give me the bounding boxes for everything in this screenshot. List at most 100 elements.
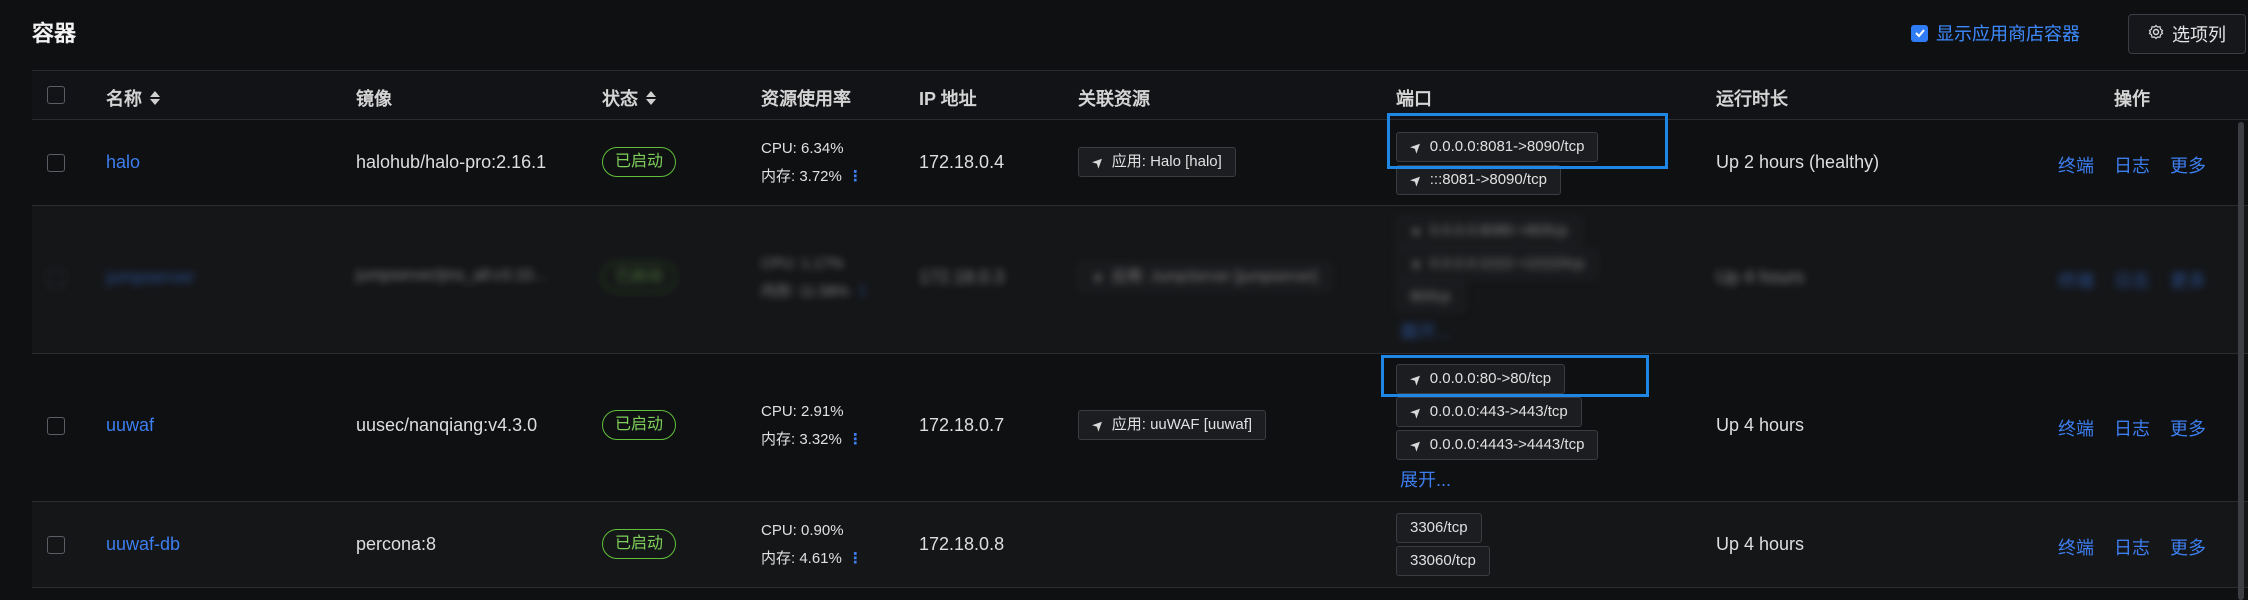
column-header-ports: 端口 xyxy=(1396,89,1432,109)
container-name-link[interactable]: jumpserver xyxy=(106,267,195,288)
memory-usage: 内存: 3.72% xyxy=(761,168,842,185)
table-row: halo halohub/halo-pro:2.16.1 已启动 CPU: 6.… xyxy=(32,120,2248,206)
resource-usage: CPU: 2.91% 内存: 3.32% ⋮ xyxy=(761,398,863,454)
status-badge: 已启动 xyxy=(602,529,677,559)
vertical-scrollbar[interactable] xyxy=(2238,122,2244,600)
vertical-dots-icon[interactable]: ⋮ xyxy=(855,283,870,300)
terminal-action[interactable]: 终端 xyxy=(2058,152,2094,178)
memory-usage: 内存: 3.32% xyxy=(761,431,842,448)
logs-action[interactable]: 日志 xyxy=(2114,534,2150,560)
port-tag[interactable]: ➤ 0.0.0.0:443->443/tcp xyxy=(1396,397,1582,427)
column-header-resources: 关联资源 xyxy=(1078,89,1150,109)
send-arrow-icon: ➤ xyxy=(1406,435,1426,455)
container-image: uusec/nanqiang:v4.3.0 xyxy=(356,415,538,435)
table-row: jumpserver jumpserver/jms_all:v3.10... 已… xyxy=(32,206,2248,354)
row-checkbox[interactable] xyxy=(47,154,65,172)
status-badge: 已启动 xyxy=(602,147,677,177)
uptime: Up 2 hours (healthy) xyxy=(1716,152,1880,172)
resource-usage: CPU: 0.90% 内存: 4.61% ⋮ xyxy=(761,517,863,573)
container-image: percona:8 xyxy=(356,534,437,554)
table-row: uuwaf-db percona:8 已启动 CPU: 0.90% 内存: 4.… xyxy=(32,502,2248,588)
port-highlight-box xyxy=(1387,113,1668,169)
container-image: jumpserver/jms_all:v3.10... xyxy=(356,267,547,284)
port-tag[interactable]: ➤ 0.0.0.0:4443->4443/tcp xyxy=(1396,430,1599,460)
select-all-checkbox[interactable] xyxy=(47,86,65,104)
cpu-usage: CPU: 6.34% xyxy=(761,140,844,157)
memory-usage: 内存: 4.61% xyxy=(761,550,842,567)
port-tag[interactable]: 3306/tcp xyxy=(1396,513,1482,543)
related-resource-tag[interactable]: ➤ 应用: JumpServer [jumpserver] xyxy=(1078,262,1332,292)
page-header: 容器 显示应用商店容器 选项列 xyxy=(0,0,2248,70)
send-arrow-icon: ➤ xyxy=(1406,221,1426,241)
columns-options-label: 选项列 xyxy=(2172,25,2226,45)
columns-options-button[interactable]: 选项列 xyxy=(2128,14,2246,54)
column-header-ip: IP 地址 xyxy=(919,89,977,109)
send-arrow-icon: ➤ xyxy=(1406,170,1426,190)
send-arrow-icon: ➤ xyxy=(1088,267,1108,287)
send-arrow-icon: ➤ xyxy=(1406,402,1426,422)
sort-icon[interactable] xyxy=(150,91,160,105)
column-header-actions: 操作 xyxy=(2114,89,2150,109)
page-title: 容器 xyxy=(32,21,77,46)
status-badge: 已启动 xyxy=(602,410,677,440)
column-header-usage: 资源使用率 xyxy=(761,89,851,109)
gear-icon xyxy=(2148,24,2164,45)
table-row: uuwaf uusec/nanqiang:v4.3.0 已启动 CPU: 2.9… xyxy=(32,354,2248,502)
ip-address: 172.18.0.8 xyxy=(919,534,1005,554)
container-image: halohub/halo-pro:2.16.1 xyxy=(356,152,547,172)
port-highlight-box xyxy=(1381,355,1649,397)
cpu-usage: CPU: 0.90% xyxy=(761,522,844,539)
status-badge: 已启动 xyxy=(602,262,677,292)
app-store-containers-label[interactable]: 显示应用商店容器 xyxy=(1936,20,2080,46)
cpu-usage: CPU: 2.91% xyxy=(761,403,844,420)
logs-action[interactable]: 日志 xyxy=(2114,415,2150,441)
more-action[interactable]: 更多 xyxy=(2170,534,2206,560)
column-header-name[interactable]: 名称 xyxy=(106,85,160,111)
port-tag[interactable]: ➤ 0.0.0.0:8080->80/tcp xyxy=(1396,216,1582,246)
row-checkbox[interactable] xyxy=(47,417,65,435)
send-arrow-icon: ➤ xyxy=(1406,254,1426,274)
port-tag[interactable]: 80/tcp xyxy=(1396,282,1465,312)
vertical-dots-icon[interactable]: ⋮ xyxy=(848,168,863,185)
more-action[interactable]: 更多 xyxy=(2170,415,2206,441)
terminal-action[interactable]: 终端 xyxy=(2058,534,2094,560)
checkbox-checked-icon[interactable] xyxy=(1911,24,1928,42)
uptime: Up 4 hours xyxy=(1716,415,1805,435)
logs-action[interactable]: 日志 xyxy=(2114,152,2150,178)
related-resource-tag[interactable]: ➤ 应用: Halo [halo] xyxy=(1078,147,1236,177)
column-header-uptime: 运行时长 xyxy=(1716,89,1788,109)
uptime: Up 4 hours xyxy=(1716,534,1805,554)
resource-usage: CPU: 6.34% 内存: 3.72% ⋮ xyxy=(761,135,863,191)
send-arrow-icon: ➤ xyxy=(1088,415,1108,435)
more-action[interactable]: 更多 xyxy=(2170,267,2206,293)
expand-ports-link[interactable]: 展开... xyxy=(1400,318,1451,344)
sort-icon[interactable] xyxy=(646,91,656,105)
containers-table: 名称 镜像 状态 资源使用率 IP 地址 关联资源 端口 运行时长 操作 hal… xyxy=(32,70,2248,600)
row-checkbox[interactable] xyxy=(47,269,65,287)
send-arrow-icon: ➤ xyxy=(1088,152,1108,172)
uptime: Up 4 hours xyxy=(1716,267,1805,287)
port-tag[interactable]: 33060/tcp xyxy=(1396,546,1490,576)
ip-address: 172.18.0.4 xyxy=(919,152,1005,172)
vertical-dots-icon[interactable]: ⋮ xyxy=(848,431,863,448)
logs-action[interactable]: 日志 xyxy=(2114,267,2150,293)
terminal-action[interactable]: 终端 xyxy=(2058,415,2094,441)
container-name-link[interactable]: halo xyxy=(106,152,140,173)
port-tag[interactable]: ➤ :::8081->8090/tcp xyxy=(1396,165,1561,195)
expand-ports-link[interactable]: 展开... xyxy=(1400,466,1451,492)
resource-usage: CPU: 1.17% 内存: 11.58% ⋮ xyxy=(761,255,871,300)
row-checkbox[interactable] xyxy=(47,536,65,554)
app-store-containers-toggle[interactable]: 显示应用商店容器 xyxy=(1911,20,2080,46)
column-header-status[interactable]: 状态 xyxy=(602,85,656,111)
container-name-link[interactable]: uuwaf-db xyxy=(106,534,180,555)
terminal-action[interactable]: 终端 xyxy=(2058,267,2094,293)
table-header: 名称 镜像 状态 资源使用率 IP 地址 关联资源 端口 运行时长 操作 xyxy=(32,71,2248,120)
ip-address: 172.18.0.7 xyxy=(919,415,1005,435)
related-resource-tag[interactable]: ➤ 应用: uuWAF [uuwaf] xyxy=(1078,410,1267,440)
container-name-link[interactable]: uuwaf xyxy=(106,415,154,436)
vertical-dots-icon[interactable]: ⋮ xyxy=(848,550,863,567)
column-header-image: 镜像 xyxy=(356,89,392,109)
ip-address: 172.18.0.3 xyxy=(919,267,1005,287)
port-tag[interactable]: ➤ 0.0.0.0:2222->2222/tcp xyxy=(1396,249,1599,279)
more-action[interactable]: 更多 xyxy=(2170,152,2206,178)
